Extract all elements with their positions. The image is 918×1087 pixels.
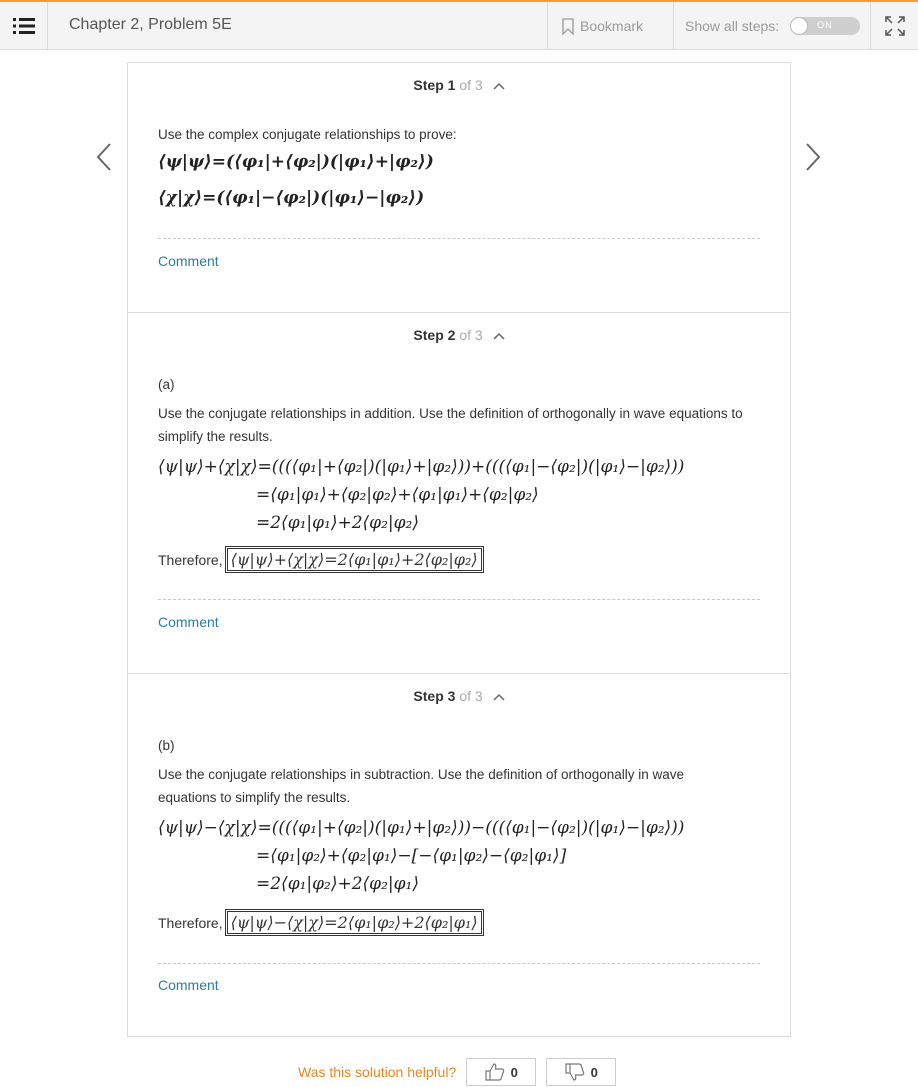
divider (158, 238, 760, 239)
equation-block: ⟨ψ|ψ⟩−⟨χ|χ⟩=(((⟨φ₁|+⟨φ₂|)(|φ₁⟩+|φ₂⟩))−((… (158, 818, 684, 902)
step-of: of 3 (459, 688, 483, 704)
show-all-steps: Show all steps: ON (685, 2, 861, 50)
divider (158, 963, 760, 964)
therefore-label: Therefore, (158, 914, 223, 931)
upvote-count: 0 (510, 1064, 518, 1080)
equation-line: =⟨φ₁|φ₁⟩+⟨φ₂|φ₂⟩+⟨φ₁|φ₁⟩+⟨φ₂|φ₂⟩ (256, 485, 539, 505)
equation-block: ⟨ψ|ψ⟩+⟨χ|χ⟩=(((⟨φ₁|+⟨φ₂|)(|φ₁⟩+|φ₂⟩))+((… (158, 457, 684, 541)
top-bar: Chapter 2, Problem 5E Bookmark Show all … (0, 0, 918, 50)
equation-line: =⟨φ₁|φ₂⟩+⟨φ₂|φ₁⟩−[−⟨φ₁|φ₂⟩−⟨φ₂|φ₁⟩] (256, 846, 567, 866)
helpful-label: Was this solution helpful? (298, 1064, 457, 1080)
equation-line: ⟨ψ|ψ⟩+⟨χ|χ⟩=(((⟨φ₁|+⟨φ₂|)(|φ₁⟩+|φ₂⟩))+((… (158, 457, 685, 477)
comment-link[interactable]: Comment (158, 253, 219, 269)
bookmark-icon (562, 17, 574, 35)
equation-line: ⟨χ|χ⟩=(⟨φ₁|−⟨φ₂|)(|φ₁⟩−|φ₂⟩) (158, 188, 425, 208)
toggle-state: ON (817, 20, 833, 30)
step-number: Step 3 (413, 688, 456, 704)
step-1: Step 1 of 3 Use the complex conjugate re… (128, 63, 790, 313)
chevron-left-icon[interactable] (94, 142, 114, 172)
equation-line: ⟨ψ|ψ⟩−⟨χ|χ⟩=(((⟨φ₁|+⟨φ₂|)(|φ₁⟩+|φ₂⟩))−((… (158, 818, 685, 838)
chevron-up-icon (493, 694, 505, 701)
step-intro: Use the complex conjugate relationships … (158, 127, 457, 142)
comment-link[interactable]: Comment (158, 977, 219, 993)
chapter-title: Chapter 2, Problem 5E (69, 16, 232, 33)
expand-button[interactable] (870, 2, 918, 50)
part-label: (b) (158, 738, 175, 753)
bookmark-button[interactable]: Bookmark (547, 2, 674, 50)
step-intro: Use the conjugate relationships in subtr… (158, 767, 685, 805)
bookmark-label: Bookmark (580, 18, 644, 34)
equation-line: ⟨ψ|ψ⟩=(⟨φ₁|+⟨φ₂|)(|φ₁⟩+|φ₂⟩) (158, 152, 434, 172)
equation-line: =2⟨φ₁|φ₂⟩+2⟨φ₂|φ₁⟩ (256, 874, 419, 894)
menu-icon (12, 18, 35, 34)
solution-steps: Step 1 of 3 Use the complex conjugate re… (127, 62, 791, 1037)
downvote-button[interactable]: 0 (546, 1058, 617, 1086)
step-number: Step 1 (413, 77, 456, 93)
result-box: ⟨ψ|ψ⟩−⟨χ|χ⟩=2⟨φ₁|φ₂⟩+2⟨φ₂|φ₁⟩ (224, 909, 484, 936)
step-header[interactable]: Step 1 of 3 (128, 77, 790, 93)
upvote-button[interactable]: 0 (466, 1058, 537, 1086)
downvote-count: 0 (590, 1064, 598, 1080)
result-box: ⟨ψ|ψ⟩+⟨χ|χ⟩=2⟨φ₁|φ₁⟩+2⟨φ₂|φ₂⟩ (224, 546, 484, 573)
step-intro: Use the conjugate relationships in addit… (158, 406, 743, 444)
thumbs-down-icon (565, 1063, 584, 1081)
conclusion: Therefore, ⟨ψ|ψ⟩−⟨χ|χ⟩=2⟨φ₁|φ₂⟩+2⟨φ₂|φ₁⟩ (158, 909, 484, 936)
step-of: of 3 (459, 327, 483, 343)
show-steps-label: Show all steps: (685, 18, 780, 34)
comment-link[interactable]: Comment (158, 614, 219, 630)
toggle-knob (790, 17, 809, 35)
step-header[interactable]: Step 2 of 3 (128, 327, 790, 343)
chevron-up-icon (493, 333, 505, 340)
conclusion: Therefore, ⟨ψ|ψ⟩+⟨χ|χ⟩=2⟨φ₁|φ₁⟩+2⟨φ₂|φ₂⟩ (158, 546, 484, 573)
part-label: (a) (158, 377, 175, 392)
step-3: Step 3 of 3 (b) Use the conjugate relati… (128, 674, 790, 1036)
menu-button[interactable] (0, 2, 48, 50)
therefore-label: Therefore, (158, 551, 223, 568)
chevron-up-icon (493, 83, 505, 90)
thumbs-up-icon (485, 1063, 504, 1081)
step-of: of 3 (459, 77, 483, 93)
step-2: Step 2 of 3 (a) Use the conjugate relati… (128, 313, 790, 674)
equation-block: ⟨ψ|ψ⟩=(⟨φ₁|+⟨φ₂|)(|φ₁⟩+|φ₂⟩) ⟨χ|χ⟩=(⟨φ₁|… (158, 152, 434, 216)
equation-line: =2⟨φ₁|φ₁⟩+2⟨φ₂|φ₂⟩ (256, 513, 419, 533)
chevron-right-icon[interactable] (803, 142, 823, 172)
show-steps-toggle[interactable]: ON (790, 17, 861, 35)
step-number: Step 2 (413, 327, 456, 343)
step-header[interactable]: Step 3 of 3 (128, 688, 790, 704)
expand-icon (884, 16, 905, 36)
divider (158, 599, 760, 600)
helpful-feedback: Was this solution helpful? 0 0 (298, 1058, 617, 1086)
